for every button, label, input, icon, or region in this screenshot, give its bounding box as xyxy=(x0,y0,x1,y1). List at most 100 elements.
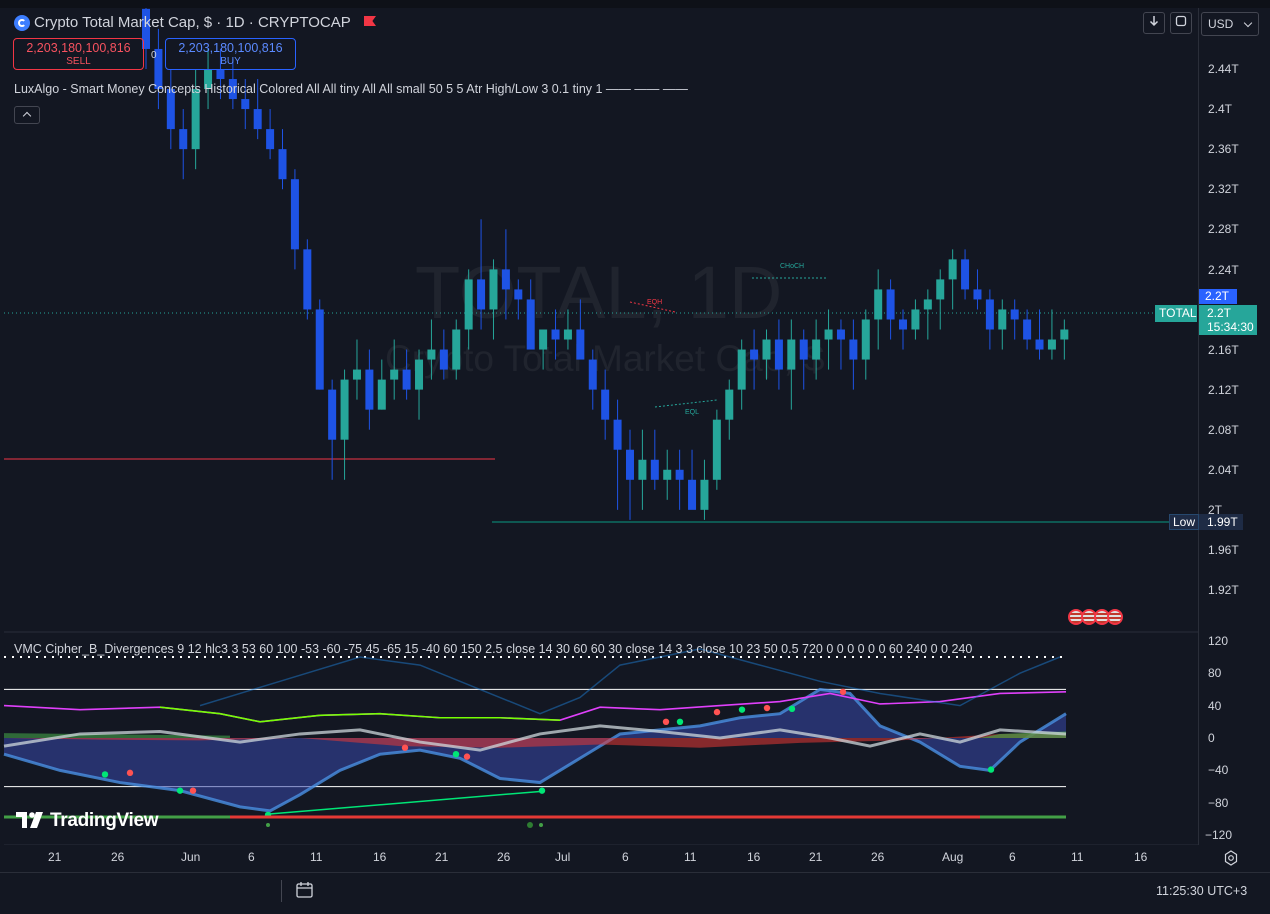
candle-body[interactable] xyxy=(613,419,622,450)
candle-body[interactable] xyxy=(911,309,920,330)
candle-body[interactable] xyxy=(216,69,225,80)
candle-body[interactable] xyxy=(812,339,821,360)
candle-body[interactable] xyxy=(253,109,262,130)
candle-body[interactable] xyxy=(377,379,386,410)
candle-body[interactable] xyxy=(241,99,250,110)
candle-body[interactable] xyxy=(514,289,523,300)
collapse-legend-button[interactable] xyxy=(14,106,40,124)
candle-body[interactable] xyxy=(303,249,312,310)
candle-body[interactable] xyxy=(650,459,659,480)
candle-body[interactable] xyxy=(340,379,349,440)
candle-body[interactable] xyxy=(737,349,746,390)
candle-body[interactable] xyxy=(985,299,994,330)
candle-body[interactable] xyxy=(328,389,337,440)
candle-body[interactable] xyxy=(762,339,771,360)
price-chart[interactable]: EQH EQL CHoCH xyxy=(0,0,1198,845)
candle-body[interactable] xyxy=(501,269,510,290)
candle-body[interactable] xyxy=(390,369,399,380)
candle-body[interactable] xyxy=(688,479,697,510)
price-tick: 2.44T xyxy=(1208,62,1239,76)
vmc-indicator-legend[interactable]: VMC Cipher_B_Divergences 9 12 hlc3 3 53 … xyxy=(14,642,972,656)
tradingview-window: TOTAL, 1D Crypto Total Market Cap, $ EQH… xyxy=(0,0,1270,914)
candle-body[interactable] xyxy=(526,299,535,350)
current-price-label: 2.2T xyxy=(1199,289,1237,304)
fullscreen-button[interactable] xyxy=(1170,12,1192,34)
candle-body[interactable] xyxy=(861,319,870,360)
price-tick: 1.92T xyxy=(1208,583,1239,598)
candle-body[interactable] xyxy=(588,359,597,390)
candle-body[interactable] xyxy=(439,349,448,370)
luxalgo-indicator-legend[interactable]: LuxAlgo - Smart Money Concepts Historica… xyxy=(14,82,688,96)
candle-body[interactable] xyxy=(539,329,548,350)
candle-body[interactable] xyxy=(961,259,970,290)
time-tick: 26 xyxy=(871,850,885,864)
time-tick: Jun xyxy=(181,850,201,864)
buy-button[interactable]: 2,203,180,100,816 BUY xyxy=(165,38,296,70)
indicator-tick: −80 xyxy=(1208,795,1229,810)
signal-dot xyxy=(401,744,409,751)
eqh-label: EQH xyxy=(647,299,662,306)
candle-body[interactable] xyxy=(998,309,1007,330)
candle-body[interactable] xyxy=(899,319,908,330)
candle-body[interactable] xyxy=(700,479,709,510)
candle-body[interactable] xyxy=(1047,339,1056,350)
candle-body[interactable] xyxy=(452,329,461,370)
candle-body[interactable] xyxy=(278,149,287,180)
candle-body[interactable] xyxy=(477,279,486,310)
candle-body[interactable] xyxy=(936,279,945,300)
candle-body[interactable] xyxy=(948,259,957,280)
faint-wave-line xyxy=(199,648,1061,715)
candle-body[interactable] xyxy=(191,89,200,150)
candle-body[interactable] xyxy=(750,349,759,360)
candle-body[interactable] xyxy=(675,469,684,480)
utc-clock[interactable]: 11:25:30 UTC+3 xyxy=(1156,884,1247,898)
candle-body[interactable] xyxy=(290,179,299,250)
candle-body[interactable] xyxy=(836,329,845,340)
date-range-icon[interactable] xyxy=(295,880,315,900)
candle-body[interactable] xyxy=(1060,329,1069,340)
candle-body[interactable] xyxy=(365,369,374,410)
candle-body[interactable] xyxy=(886,289,895,320)
candle-body[interactable] xyxy=(576,329,585,360)
signal-dot xyxy=(126,769,134,777)
candle-body[interactable] xyxy=(352,369,361,380)
us-flag-icon[interactable] xyxy=(1107,609,1123,625)
candle-body[interactable] xyxy=(787,339,796,370)
candle-body[interactable] xyxy=(774,339,783,370)
candle-body[interactable] xyxy=(625,449,634,480)
sell-button[interactable]: 2,203,180,100,816 SELL xyxy=(13,38,144,70)
buy-price: 2,203,180,100,816 xyxy=(178,41,283,55)
time-tick: 16 xyxy=(1134,850,1148,864)
candle-body[interactable] xyxy=(402,369,411,390)
settings-gear-icon[interactable] xyxy=(1223,850,1239,866)
candle-body[interactable] xyxy=(799,339,808,360)
candle-body[interactable] xyxy=(427,349,436,360)
candle-body[interactable] xyxy=(638,459,647,480)
candle-body[interactable] xyxy=(1035,339,1044,350)
candle-body[interactable] xyxy=(415,359,424,390)
time-tick: 26 xyxy=(497,850,511,864)
candle-body[interactable] xyxy=(489,269,498,310)
candle-body[interactable] xyxy=(551,329,560,340)
candle-body[interactable] xyxy=(563,329,572,340)
candle-body[interactable] xyxy=(179,129,188,150)
candle-body[interactable] xyxy=(464,279,473,330)
chart-title[interactable]: Crypto Total Market Cap, $ · 1D · CRYPTO… xyxy=(34,14,351,31)
candle-body[interactable] xyxy=(849,339,858,360)
candle-body[interactable] xyxy=(712,419,721,480)
candle-body[interactable] xyxy=(315,309,324,390)
fullscreen-icon xyxy=(1175,15,1187,27)
candle-body[interactable] xyxy=(725,389,734,420)
candle-body[interactable] xyxy=(1023,319,1032,340)
sell-price: 2,203,180,100,816 xyxy=(26,41,131,55)
candle-body[interactable] xyxy=(266,129,275,150)
candle-body[interactable] xyxy=(663,469,672,480)
candle-body[interactable] xyxy=(601,389,610,420)
candle-body[interactable] xyxy=(874,289,883,320)
signal-dot xyxy=(539,823,543,827)
candle-body[interactable] xyxy=(1010,309,1019,320)
candle-body[interactable] xyxy=(923,299,932,310)
candle-body[interactable] xyxy=(824,329,833,340)
candle-body[interactable] xyxy=(973,289,982,300)
download-button[interactable] xyxy=(1143,12,1165,34)
